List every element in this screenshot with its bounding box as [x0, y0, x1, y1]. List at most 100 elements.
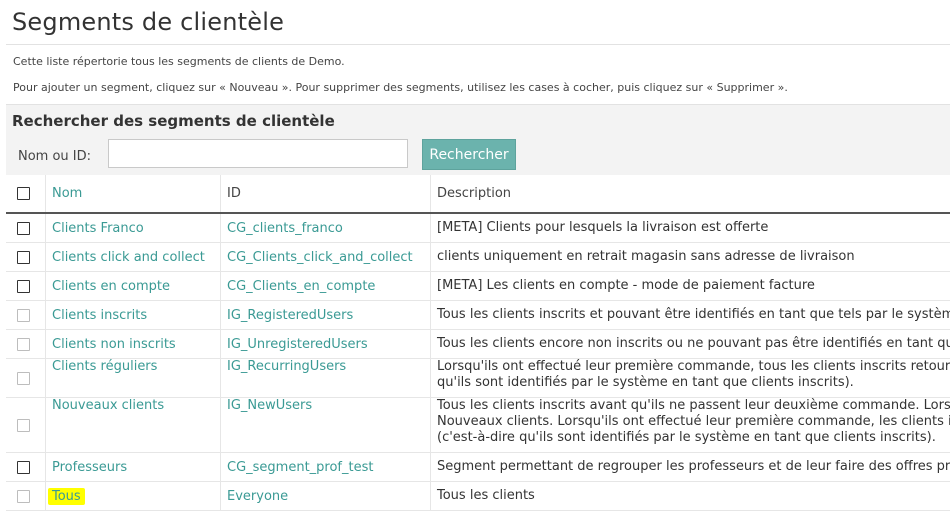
- column-header-id: ID: [220, 175, 431, 214]
- row-select-cell: [6, 300, 46, 330]
- row-checkbox-disabled: [17, 308, 30, 322]
- row-id-cell: IG_NewUsers: [220, 397, 431, 453]
- table-row: Clients non inscrits IG_UnregisteredUser…: [6, 329, 950, 359]
- row-checkbox-disabled: [17, 371, 30, 385]
- segment-id-link[interactable]: CG_Clients_en_compte: [227, 279, 375, 294]
- row-checkbox[interactable]: [17, 221, 30, 235]
- segment-description-line-1: Tous les clients inscrits avant qu'ils n…: [437, 398, 950, 413]
- row-id-cell: IG_RecurringUsers: [220, 358, 431, 398]
- row-description-cell: Tous les clients inscrits et pouvant êtr…: [430, 300, 950, 330]
- row-select-cell: [6, 242, 46, 272]
- title-divider: [6, 44, 950, 45]
- intro-text-list: Cette liste répertorie tous les segments…: [13, 55, 345, 68]
- search-label: Nom ou ID:: [18, 149, 92, 164]
- segment-description: Tous les clients inscrits et pouvant êtr…: [437, 307, 950, 322]
- segment-name-link[interactable]: Clients inscrits: [52, 308, 147, 323]
- table-row: Clients en compte CG_Clients_en_compte […: [6, 271, 950, 301]
- segment-description: Tous les clients encore non inscrits ou …: [437, 336, 950, 351]
- segment-name-link-highlighted[interactable]: Tous: [48, 487, 85, 505]
- row-description-cell: Tous les clients inscrits avant qu'ils n…: [430, 397, 950, 453]
- row-id-cell: CG_clients_franco: [220, 213, 431, 243]
- segment-id-link[interactable]: CG_segment_prof_test: [227, 460, 373, 475]
- segment-name-link[interactable]: Clients click and collect: [52, 250, 205, 265]
- column-header-description: Description: [430, 175, 950, 214]
- row-name-cell: Clients Franco: [45, 213, 221, 243]
- row-name-cell: Clients réguliers: [45, 358, 221, 398]
- row-select-cell: [6, 329, 46, 359]
- row-name-cell: Clients en compte: [45, 271, 221, 301]
- segment-description-line-2: qu'ils sont identifiés par le système en…: [437, 375, 854, 390]
- row-description-cell: [META] Clients pour lesquels la livraiso…: [430, 213, 950, 243]
- row-checkbox[interactable]: [17, 250, 30, 264]
- column-header-id-label: ID: [227, 186, 241, 201]
- table-row: Nouveaux clients IG_NewUsers Tous les cl…: [6, 397, 950, 453]
- row-id-cell: CG_Clients_click_and_collect: [220, 242, 431, 272]
- search-panel-title: Rechercher des segments de clientèle: [12, 112, 335, 130]
- row-name-cell: Clients inscrits: [45, 300, 221, 330]
- header-select-all-cell: [6, 175, 46, 214]
- segment-description: clients uniquement en retrait magasin sa…: [437, 249, 855, 264]
- row-checkbox-disabled: [17, 418, 30, 432]
- row-select-cell: [6, 271, 46, 301]
- segment-id-link[interactable]: IG_UnregisteredUsers: [227, 337, 368, 352]
- segment-name-link[interactable]: Clients Franco: [52, 221, 144, 236]
- segment-id-link[interactable]: IG_NewUsers: [227, 398, 312, 413]
- row-select-cell: [6, 397, 46, 453]
- segment-name-link[interactable]: Professeurs: [52, 460, 127, 475]
- row-id-cell: CG_Clients_en_compte: [220, 271, 431, 301]
- row-id-cell: Everyone: [220, 481, 431, 511]
- row-id-cell: IG_RegisteredUsers: [220, 300, 431, 330]
- row-select-cell: [6, 213, 46, 243]
- segment-description-line-2: Nouveaux clients. Lorsqu'ils ont effectu…: [437, 414, 950, 429]
- row-select-cell: [6, 452, 46, 482]
- column-header-name-label[interactable]: Nom: [52, 186, 82, 201]
- intro-text-instructions: Pour ajouter un segment, cliquez sur « N…: [13, 81, 788, 94]
- column-header-name[interactable]: Nom: [45, 175, 221, 214]
- row-name-cell: Professeurs: [45, 452, 221, 482]
- search-button[interactable]: Rechercher: [422, 139, 516, 170]
- row-name-cell: Clients non inscrits: [45, 329, 221, 359]
- segment-id-link[interactable]: Everyone: [227, 489, 288, 504]
- table-row: Tous Everyone Tous les clients: [6, 481, 950, 511]
- row-name-cell: Clients click and collect: [45, 242, 221, 272]
- search-input[interactable]: [108, 139, 408, 168]
- segment-id-link[interactable]: CG_Clients_click_and_collect: [227, 250, 413, 265]
- segment-description: Segment permettant de regrouper les prof…: [437, 459, 950, 474]
- row-id-cell: IG_UnregisteredUsers: [220, 329, 431, 359]
- segment-name-link[interactable]: Clients en compte: [52, 279, 170, 294]
- row-checkbox-disabled: [17, 337, 30, 351]
- row-select-cell: [6, 358, 46, 398]
- table-row: Clients inscrits IG_RegisteredUsers Tous…: [6, 300, 950, 330]
- row-checkbox[interactable]: [17, 460, 30, 474]
- segment-description-line-1: Lorsqu'ils ont effectué leur première co…: [437, 359, 950, 374]
- row-name-cell: Tous: [45, 481, 221, 511]
- row-checkbox[interactable]: [17, 279, 30, 293]
- segment-id-link[interactable]: IG_RecurringUsers: [227, 359, 346, 374]
- row-description-cell: Lorsqu'ils ont effectué leur première co…: [430, 358, 950, 398]
- segment-name-link[interactable]: Clients réguliers: [52, 359, 157, 374]
- column-header-description-label: Description: [437, 186, 512, 201]
- segment-name-link[interactable]: Nouveaux clients: [52, 398, 164, 413]
- row-description-cell: Segment permettant de regrouper les prof…: [430, 452, 950, 482]
- segment-description: Tous les clients: [437, 488, 535, 503]
- segment-description-line-3: (c'est-à-dire qu'ils sont identifiés par…: [437, 430, 936, 445]
- table-header-row: Nom ID Description: [6, 175, 950, 214]
- row-select-cell: [6, 481, 46, 511]
- page-title: Segments de clientèle: [12, 8, 285, 36]
- row-name-cell: Nouveaux clients: [45, 397, 221, 453]
- segment-id-link[interactable]: IG_RegisteredUsers: [227, 308, 353, 323]
- segment-name-link[interactable]: Clients non inscrits: [52, 337, 176, 352]
- row-checkbox-disabled: [17, 489, 30, 503]
- segment-id-link[interactable]: CG_clients_franco: [227, 221, 343, 236]
- row-description-cell: [META] Les clients en compte - mode de p…: [430, 271, 950, 301]
- table-row: Clients réguliers IG_RecurringUsers Lors…: [6, 358, 950, 398]
- table-row: Clients click and collect CG_Clients_cli…: [6, 242, 950, 272]
- segments-table: Nom ID Description Clients Franco CG_cli…: [6, 175, 950, 511]
- select-all-checkbox[interactable]: [17, 187, 30, 200]
- segment-description: [META] Clients pour lesquels la livraiso…: [437, 220, 769, 235]
- row-id-cell: CG_segment_prof_test: [220, 452, 431, 482]
- row-description-cell: Tous les clients: [430, 481, 950, 511]
- row-description-cell: clients uniquement en retrait magasin sa…: [430, 242, 950, 272]
- table-row: Professeurs CG_segment_prof_test Segment…: [6, 452, 950, 482]
- segment-description: [META] Les clients en compte - mode de p…: [437, 278, 815, 293]
